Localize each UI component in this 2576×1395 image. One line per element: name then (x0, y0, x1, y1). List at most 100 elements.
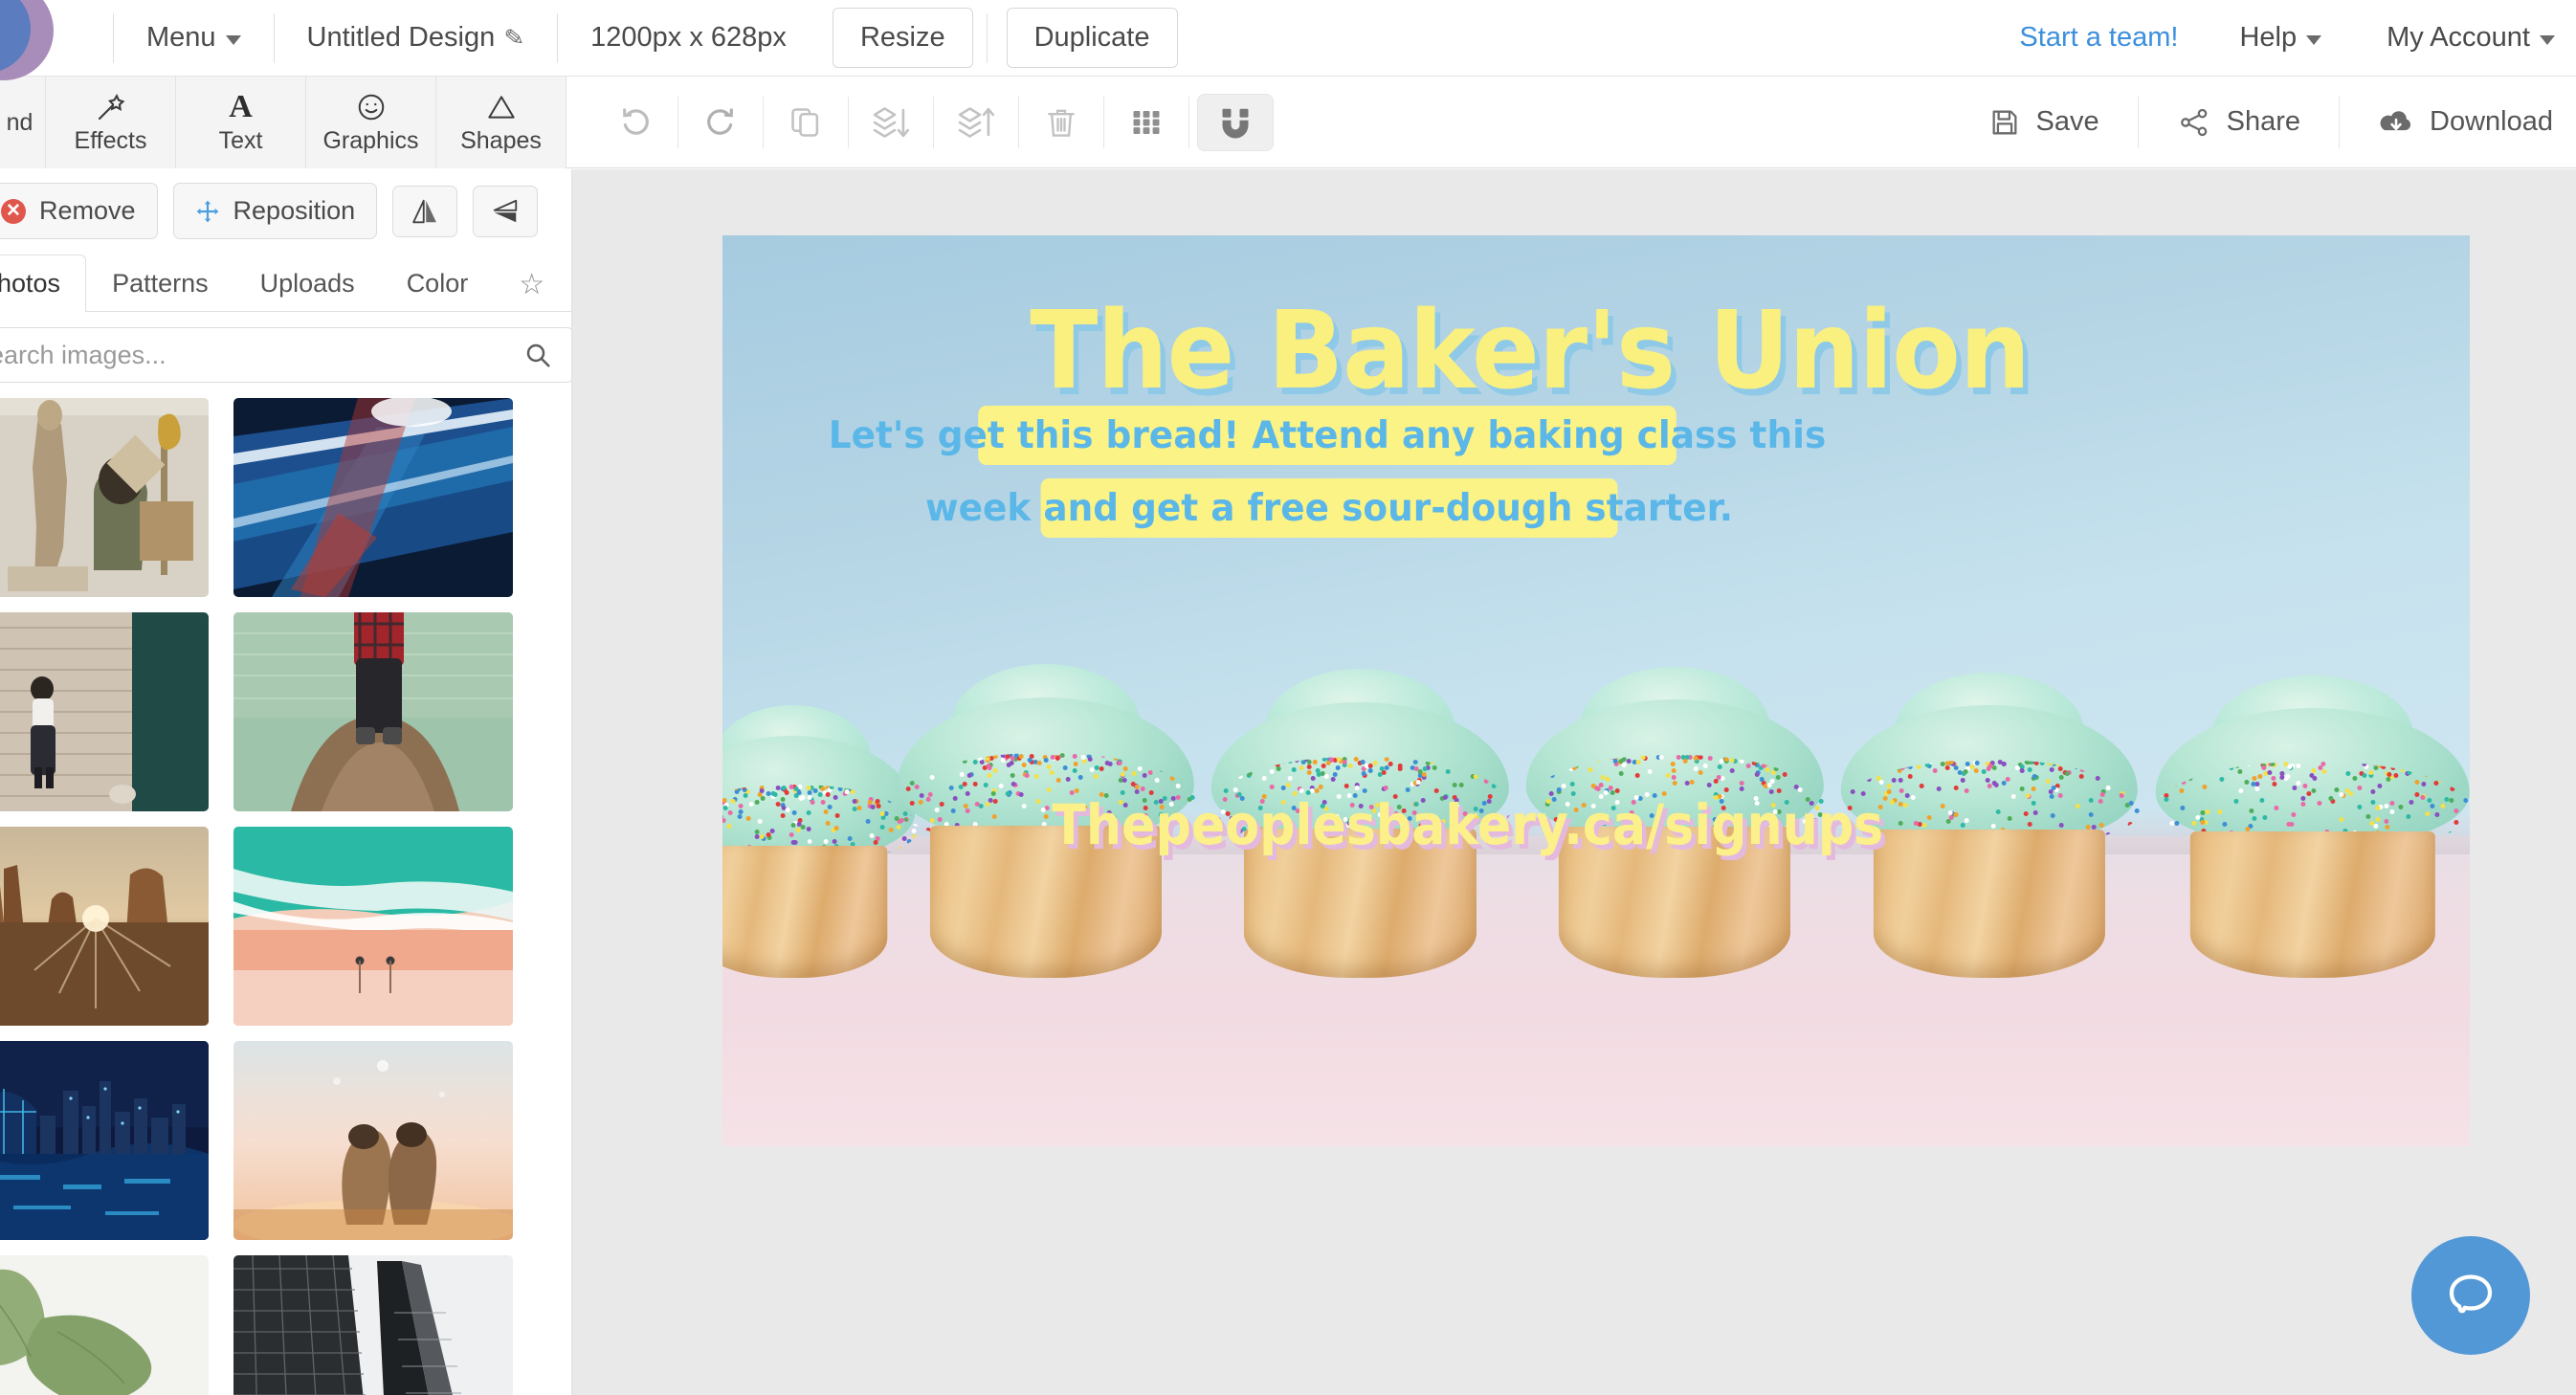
resize-button[interactable]: Resize (833, 8, 973, 68)
search-bar-wrap (0, 312, 572, 398)
design-title-label: Untitled Design (307, 22, 496, 54)
resize-button-wrap: Resize (819, 8, 987, 68)
menu-button[interactable]: Menu (114, 0, 274, 77)
reposition-label: Reposition (233, 196, 356, 226)
remove-button[interactable]: ✕ Remove (0, 183, 158, 239)
help-label: Help (2239, 22, 2297, 54)
duplicate-layer-button[interactable] (764, 77, 848, 168)
app-logo[interactable] (0, 0, 59, 86)
save-label: Save (2036, 106, 2099, 138)
delete-button[interactable] (1019, 77, 1103, 168)
cupcake-wrapper (722, 846, 888, 978)
design-url-text[interactable]: Thepeoplesbakery.ca/signups (1052, 792, 1883, 857)
send-backward-button[interactable] (849, 77, 933, 168)
photo-thumbnail-city-skyline-bridge-night[interactable] (0, 1041, 209, 1240)
share-label: Share (2227, 106, 2300, 138)
canvas-area[interactable]: The Baker's Union Let's get this bread! … (572, 169, 2576, 1395)
grid-button[interactable] (1104, 77, 1188, 168)
share-icon (2177, 106, 2211, 139)
top-bar: Menu Untitled Design ✎ 1200px x 628px Re… (0, 0, 2576, 77)
undo-button[interactable] (593, 77, 677, 168)
chevron-down-icon (2306, 35, 2321, 45)
cupcake (722, 687, 915, 978)
smiley-face-icon (356, 91, 387, 123)
move-arrows-icon (195, 199, 220, 224)
tab-shapes[interactable]: Shapes (436, 77, 566, 168)
design-canvas[interactable]: The Baker's Union Let's get this bread! … (722, 235, 2470, 1146)
download-cloud-icon (2378, 106, 2414, 139)
sidebar-tab-patterns[interactable]: Patterns (86, 255, 234, 312)
start-a-team-link[interactable]: Start a team! (1990, 22, 2207, 54)
help-menu[interactable]: Help (2207, 0, 2354, 77)
tool-bar-right: Save Share Download (1950, 77, 2576, 167)
photo-thumbnail-modern-architecture-facade[interactable] (233, 1255, 513, 1395)
top-bar-right: Start a team! Help My Account (1990, 0, 2576, 77)
sidebar-tabs: hotos Patterns Uploads Color ☆ (0, 253, 571, 312)
search-box[interactable] (0, 327, 572, 383)
photo-thumbnail-desert-rock-formation-sunset[interactable] (0, 827, 209, 1026)
flip-horizontal-button[interactable] (392, 186, 457, 237)
design-subtitle-line1[interactable]: Let's get this bread! Attend any baking … (978, 406, 1677, 465)
cupcake-wrapper (2189, 831, 2434, 978)
triangle-icon (486, 91, 517, 123)
chevron-down-icon (226, 35, 241, 45)
download-label: Download (2430, 106, 2553, 138)
cupcake-wrapper (1874, 830, 2105, 978)
tab-graphics[interactable]: Graphics (306, 77, 436, 168)
star-icon[interactable]: ☆ (494, 258, 569, 311)
design-subtitle-line1-text: Let's get this bread! Attend any baking … (829, 414, 1826, 457)
photo-thumbnail-feet-sunset-water-reflection[interactable] (233, 1041, 513, 1240)
pencil-edit-icon[interactable]: ✎ (503, 22, 526, 53)
photo-thumbnail-person-standing-on-rock-by-water[interactable] (233, 612, 513, 811)
search-icon[interactable] (523, 341, 552, 369)
tab-text-label: Text (219, 127, 263, 155)
sidebar-tab-photos[interactable]: hotos (0, 255, 86, 312)
left-sidebar: ✕ Remove Reposition hotos Patterns Uploa… (0, 169, 572, 1395)
duplicate-button-wrap: Duplicate (988, 8, 1197, 68)
menu-label: Menu (146, 22, 216, 54)
my-account-menu[interactable]: My Account (2354, 0, 2576, 77)
tab-shapes-label: Shapes (460, 127, 542, 155)
bring-forward-button[interactable] (934, 77, 1018, 168)
remove-label: Remove (39, 196, 136, 226)
photo-thumbnail-person-walking-wooden-dock[interactable] (0, 612, 209, 811)
dimensions-label: 1200px x 628px (590, 22, 787, 54)
tab-graphics-label: Graphics (322, 127, 418, 155)
letter-a-icon: A (229, 91, 253, 123)
search-input[interactable] (0, 328, 506, 382)
cupcake (2155, 655, 2470, 978)
photo-thumbnail-statue-sculptor-studio[interactable] (0, 398, 209, 597)
design-title[interactable]: Untitled Design ✎ (275, 0, 558, 77)
design-subtitle-line2[interactable]: week and get a free sour-dough starter. (1041, 478, 1618, 538)
chat-bubble-icon (2442, 1267, 2499, 1324)
save-button[interactable]: Save (1950, 77, 2138, 168)
photo-thumbnail-green-leaves-minimal[interactable] (0, 1255, 209, 1395)
my-account-label: My Account (2387, 22, 2530, 54)
duplicate-button[interactable]: Duplicate (1007, 8, 1178, 68)
tab-effects[interactable]: Effects (46, 77, 176, 168)
tool-bar: nd Effects A Text Graphics Shapes Save S… (0, 77, 2576, 168)
cupcake (1841, 653, 2138, 978)
design-subtitle-line2-text: week and get a free sour-dough starter. (925, 487, 1733, 530)
flip-vertical-button[interactable] (473, 186, 538, 237)
design-title-text[interactable]: The Baker's Union (1030, 289, 2030, 413)
sidebar-tab-color[interactable]: Color (381, 255, 495, 312)
tab-effects-label: Effects (75, 127, 147, 155)
flip-horizontal-icon (411, 197, 439, 226)
tab-text[interactable]: A Text (176, 77, 306, 168)
tab-background[interactable]: nd (0, 77, 46, 168)
redo-button[interactable] (678, 77, 763, 168)
snap-toggle[interactable] (1197, 94, 1274, 151)
share-button[interactable]: Share (2139, 77, 2339, 168)
download-button[interactable]: Download (2340, 77, 2576, 168)
photo-thumbnail-grid (0, 398, 571, 1395)
canvas-dimensions: 1200px x 628px (558, 0, 819, 77)
photo-thumbnail-aerial-beach-turquoise-waves[interactable] (233, 827, 513, 1026)
chat-bubble-button[interactable] (2411, 1236, 2530, 1355)
photo-thumbnail-abstract-blue-light-streaks[interactable] (233, 398, 513, 597)
sidebar-tab-uploads[interactable]: Uploads (234, 255, 381, 312)
flip-vertical-icon (491, 197, 520, 226)
chevron-down-icon (2540, 35, 2555, 45)
magic-wand-icon (96, 91, 126, 123)
reposition-button[interactable]: Reposition (173, 183, 378, 239)
